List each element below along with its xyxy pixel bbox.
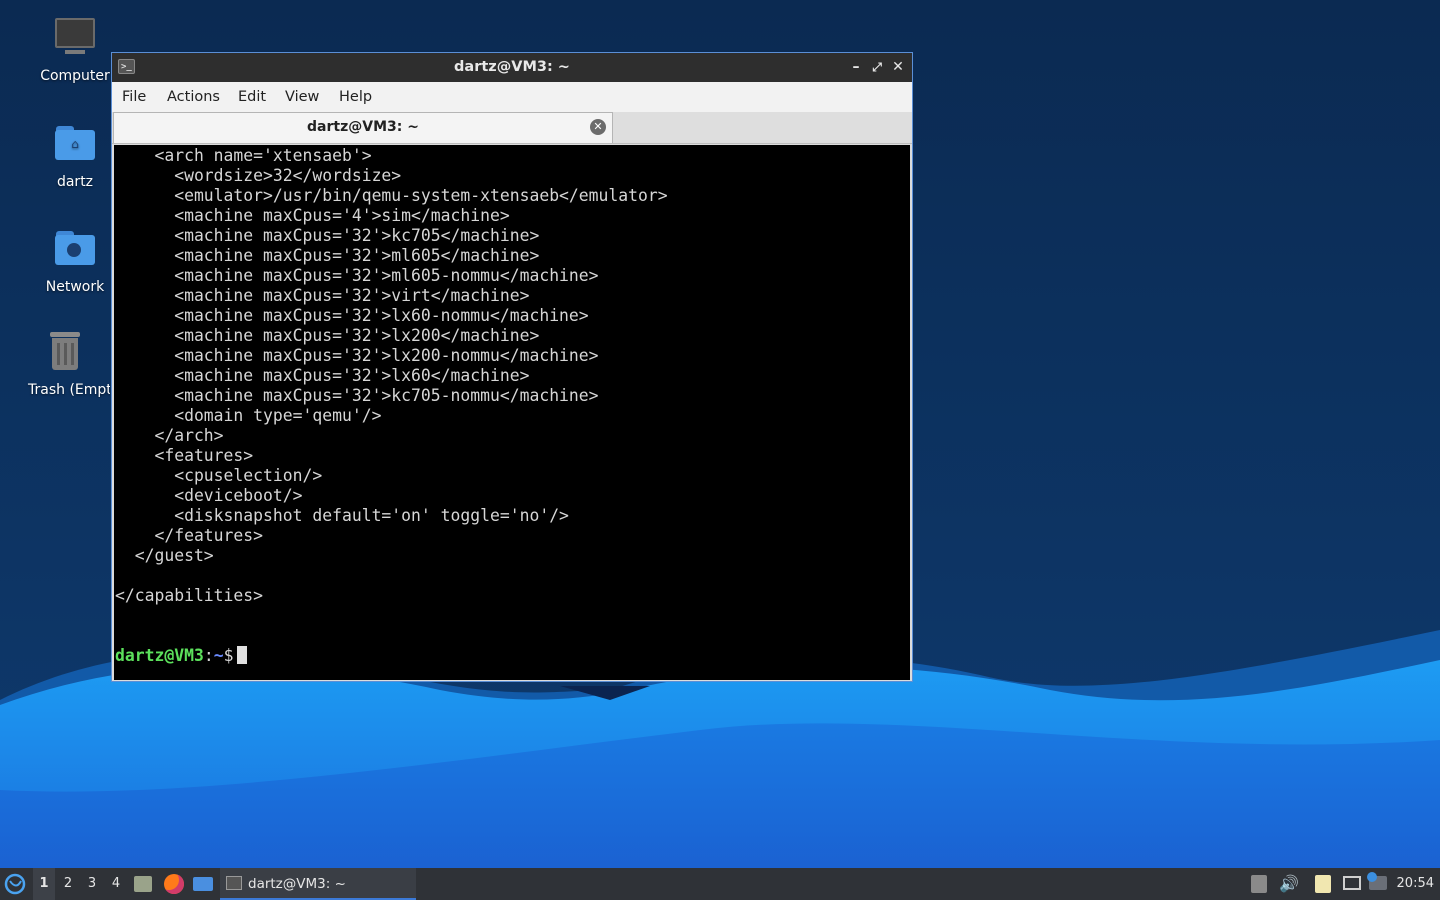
- clipboard-icon[interactable]: [1315, 868, 1335, 900]
- taskbar: 1 2 3 4 dartz@VM3: ~ 🔊 20:54: [0, 868, 1440, 900]
- terminal-line: <machine maxCpus='32'>ml605</machine>: [115, 246, 540, 265]
- file-manager-icon[interactable]: [134, 868, 154, 900]
- workspace-2[interactable]: 2: [57, 868, 79, 900]
- desktop-icon-home[interactable]: ⌂ dartz: [25, 122, 125, 190]
- terminal-text: <arch name='xtensaeb'> <wordsize>32</wor…: [115, 146, 668, 606]
- start-menu-icon[interactable]: [4, 868, 28, 900]
- home-folder-icon: ⌂: [51, 122, 99, 170]
- terminal-line: <emulator>/usr/bin/qemu-system-xtensaeb<…: [115, 186, 668, 205]
- menu-actions[interactable]: Actions: [167, 89, 220, 105]
- prompt-colon: :: [203, 646, 214, 665]
- network-icon[interactable]: [1343, 868, 1363, 900]
- terminal-line: <machine maxCpus='32'>kc705-nommu</machi…: [115, 386, 599, 405]
- menu-help[interactable]: Help: [339, 89, 372, 105]
- terminal-line: <disksnapshot default='on' toggle='no'/>: [115, 506, 569, 525]
- prompt-path: ~: [213, 646, 224, 665]
- terminal-line: <machine maxCpus='32'>lx60-nommu</machin…: [115, 306, 589, 325]
- terminal-window[interactable]: >_ dartz@VM3: ~ – ⤢ ✕ File Actions Edit …: [111, 52, 913, 682]
- tab-close-icon[interactable]: ✕: [590, 119, 606, 135]
- trash-icon: [40, 330, 88, 378]
- terminal-line: <domain type='qemu'/>: [115, 406, 382, 425]
- tab-bar: dartz@VM3: ~ ✕: [112, 112, 912, 144]
- tab-terminal[interactable]: dartz@VM3: ~ ✕: [113, 112, 613, 143]
- terminal-line: <arch name='xtensaeb'>: [115, 146, 372, 165]
- menubar: File Actions Edit View Help: [112, 82, 912, 112]
- update-notifier-icon[interactable]: [1251, 868, 1269, 900]
- close-icon[interactable]: ✕: [888, 57, 908, 77]
- terminal-line: </capabilities>: [115, 586, 264, 605]
- terminal-line: <machine maxCpus='32'>lx60</machine>: [115, 366, 530, 385]
- task-label: dartz@VM3: ~: [248, 876, 346, 892]
- menu-edit[interactable]: Edit: [238, 89, 266, 105]
- computer-icon: [51, 16, 99, 64]
- menu-view[interactable]: View: [285, 89, 319, 105]
- terminal-line: </features>: [115, 526, 264, 545]
- menu-file[interactable]: File: [122, 89, 146, 105]
- terminal-output-area[interactable]: <arch name='xtensaeb'> <wordsize>32</wor…: [114, 145, 910, 680]
- desktop-icon-computer[interactable]: Computer: [25, 16, 125, 84]
- terminal-line: <features>: [115, 446, 254, 465]
- prompt-symbol: $: [223, 646, 234, 665]
- terminal-line: <machine maxCpus='32'>kc705</machine>: [115, 226, 540, 245]
- notification-icon[interactable]: [1367, 868, 1389, 900]
- terminal-prompt: dartz@VM3:~$: [115, 646, 248, 666]
- terminal-line: <machine maxCpus='32'>ml605-nommu</machi…: [115, 266, 599, 285]
- terminal-line: <machine maxCpus='32'>lx200</machine>: [115, 326, 540, 345]
- desktop-icon-trash[interactable]: Trash (Empt: [18, 330, 110, 398]
- desktop-icon-label: Trash (Empt: [28, 382, 110, 398]
- terminal-line: <deviceboot/>: [115, 486, 303, 505]
- terminal-icon: [226, 876, 242, 890]
- terminal-line: </arch>: [115, 426, 224, 445]
- maximize-icon[interactable]: ⤢: [867, 57, 887, 77]
- desktop-icon-label: Computer: [40, 68, 110, 84]
- prompt-user-host: dartz@VM3: [115, 646, 204, 665]
- desktop-icon-label: Network: [45, 279, 105, 295]
- minimize-icon[interactable]: –: [846, 57, 866, 77]
- terminal-line: <machine maxCpus='32'>lx200-nommu</machi…: [115, 346, 599, 365]
- tab-label: dartz@VM3: ~: [307, 119, 419, 135]
- volume-icon[interactable]: 🔊: [1279, 868, 1299, 900]
- workspace-1[interactable]: 1: [33, 868, 55, 900]
- desktop-icon-label: dartz: [56, 174, 94, 190]
- desktop: Computer ⌂ dartz Network Trash (Empt >_: [0, 0, 1440, 868]
- desktop-icon-network[interactable]: Network: [25, 227, 125, 295]
- firefox-icon[interactable]: [164, 868, 184, 900]
- workspace-3[interactable]: 3: [81, 868, 103, 900]
- clock[interactable]: 20:54: [1397, 868, 1434, 900]
- terminal-line: <cpuselection/>: [115, 466, 323, 485]
- text-cursor: [237, 646, 248, 664]
- network-folder-icon: [51, 227, 99, 275]
- terminal-line: </guest>: [115, 546, 214, 565]
- show-desktop-icon[interactable]: [193, 868, 215, 900]
- terminal-line: <machine maxCpus='4'>sim</machine>: [115, 206, 510, 225]
- terminal-line: <wordsize>32</wordsize>: [115, 166, 402, 185]
- workspace-4[interactable]: 4: [105, 868, 127, 900]
- taskbar-window-terminal[interactable]: dartz@VM3: ~: [220, 868, 416, 900]
- terminal-line: <machine maxCpus='32'>virt</machine>: [115, 286, 530, 305]
- window-titlebar[interactable]: >_ dartz@VM3: ~ – ⤢ ✕: [112, 53, 912, 82]
- window-title: dartz@VM3: ~: [454, 59, 570, 75]
